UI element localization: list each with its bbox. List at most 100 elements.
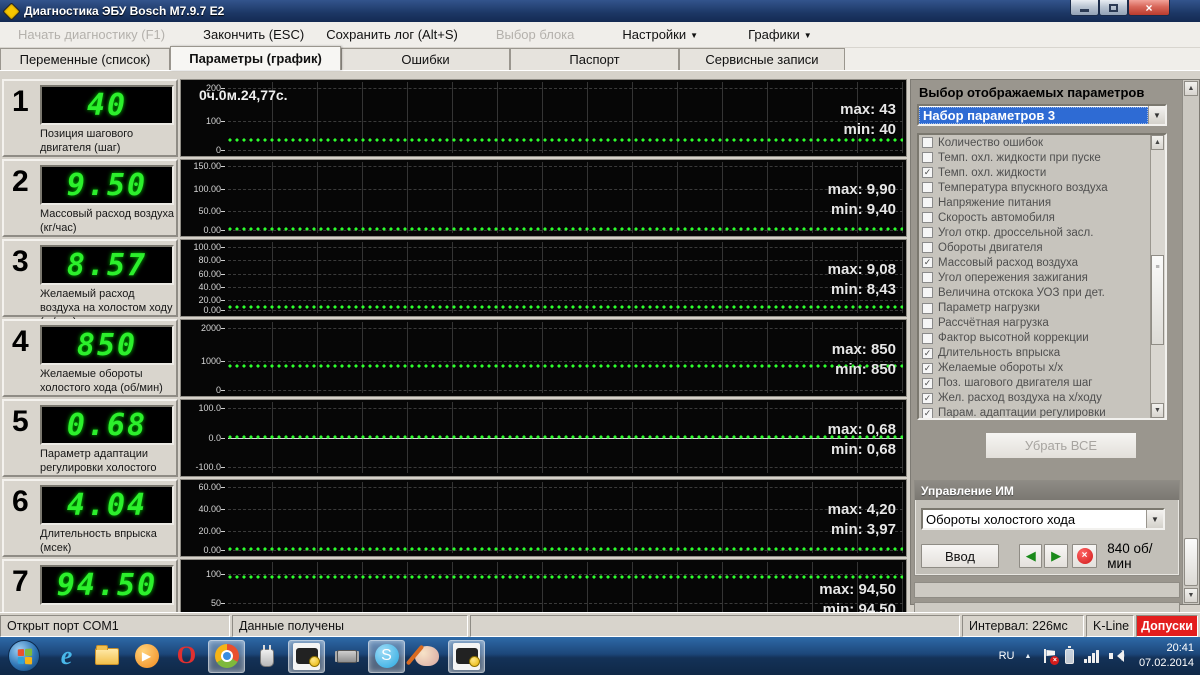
checklist-item[interactable]: Фактор высотной коррекции (919, 331, 1165, 346)
checkbox-unchecked-icon[interactable] (922, 287, 933, 299)
minimize-button[interactable] (1070, 0, 1099, 16)
menu-item[interactable]: Сохранить лог (Alt+S) (326, 27, 458, 42)
axis-tick-label: 40.00 (198, 504, 221, 515)
checklist-item[interactable]: Скорость автомобиля (919, 210, 1165, 225)
checkbox-unchecked-icon[interactable] (922, 182, 933, 194)
tab-переменные-список-[interactable]: Переменные (список) (0, 48, 170, 70)
parameter-label: Позиция шагового двигателя (шаг) (40, 128, 134, 154)
app-icon (2, 1, 21, 21)
checkbox-unchecked-icon[interactable] (922, 242, 933, 254)
status-alert-badge[interactable]: Допуски (1136, 615, 1198, 637)
checklist-item[interactable]: Обороты двигателя (919, 240, 1165, 255)
restore-button[interactable] (1099, 0, 1128, 16)
scroll-up-icon[interactable]: ▲ (1184, 81, 1198, 96)
checkbox-unchecked-icon[interactable] (922, 272, 933, 284)
taskbar-item-internet-explorer[interactable]: e (48, 640, 85, 673)
clear-all-button[interactable]: Убрать ВСЕ (985, 432, 1137, 459)
checkbox-unchecked-icon[interactable] (922, 137, 933, 149)
checklist-item[interactable]: ✓ Жел. расход воздуха на х/ходу (919, 391, 1165, 406)
taskbar-item-chip[interactable] (328, 640, 365, 673)
axis-tick-mark (221, 310, 225, 312)
gridline (228, 328, 903, 330)
decrease-button[interactable]: ◀ (1019, 544, 1043, 568)
scroll-up-icon[interactable]: ▲ (1151, 135, 1164, 150)
checkbox-checked-icon[interactable]: ✓ (922, 347, 933, 359)
scrollbar-thumb[interactable] (1184, 538, 1198, 586)
taskbar-item-opera[interactable]: O (168, 640, 205, 673)
volume-icon[interactable]: ) (1108, 649, 1125, 663)
scrollbar-thumb[interactable]: ≡ (1151, 255, 1164, 345)
diagnostic-app-icon (453, 642, 480, 670)
preset-combobox[interactable]: Набор параметров 3 ▼ (917, 104, 1167, 126)
checklist-item[interactable]: Количество ошибок (919, 135, 1165, 150)
checkbox-checked-icon[interactable]: ✓ (922, 257, 933, 269)
menu-item[interactable]: Закончить (ESC) (203, 27, 304, 42)
chevron-down-icon[interactable]: ▼ (1146, 510, 1163, 528)
taskbar-item-paint[interactable] (408, 640, 445, 673)
taskbar-item-kline-plug[interactable] (248, 640, 285, 673)
chevron-down-icon[interactable]: ▼ (1148, 106, 1165, 124)
checklist-item[interactable]: ✓ Длительность впрыска (919, 346, 1165, 361)
min-value: min: 40 (843, 121, 896, 139)
checklist-item[interactable]: ✓ Желаемые обороты х/х (919, 361, 1165, 376)
checklist-item[interactable]: Темп. охл. жидкости при пуске (919, 150, 1165, 165)
checkbox-unchecked-icon[interactable] (922, 332, 933, 344)
checkbox-unchecked-icon[interactable] (922, 212, 933, 224)
language-indicator[interactable]: RU (999, 650, 1015, 662)
close-button[interactable]: × (1128, 0, 1170, 16)
action-center-flag-icon[interactable]: × (1043, 649, 1060, 665)
menu-item[interactable]: Настройки ▼ (622, 27, 698, 42)
checklist-item[interactable]: Параметр нагрузки (919, 301, 1165, 316)
checkbox-checked-icon[interactable]: ✓ (922, 392, 933, 404)
start-button[interactable] (8, 640, 40, 672)
checkbox-unchecked-icon[interactable] (922, 302, 933, 314)
taskbar-item-diagnostic-app-2[interactable] (448, 639, 485, 673)
taskbar-item-windows-explorer[interactable] (88, 640, 125, 673)
checklist-item[interactable]: ✓ Поз. шагового двигателя шаг (919, 376, 1165, 391)
checklist-item[interactable]: Величина отскока УОЗ при дет. (919, 285, 1165, 300)
max-min-readout: max: 0,68 min: 0,68 (828, 420, 896, 461)
checklist-item[interactable]: ✓ Темп. охл. жидкости (919, 165, 1165, 180)
battery-icon[interactable] (1065, 645, 1075, 664)
hidden-icons-arrow-icon[interactable]: ▲ (1025, 653, 1032, 660)
checkbox-checked-icon[interactable]: ✓ (922, 407, 933, 418)
checklist-item[interactable]: Угол опережения зажигания (919, 270, 1165, 285)
tab-паспорт[interactable]: Паспорт (510, 48, 679, 70)
taskbar-item-skype[interactable]: S (368, 639, 405, 673)
stop-button[interactable]: × (1071, 544, 1098, 568)
checkbox-unchecked-icon[interactable] (922, 317, 933, 329)
graph-plot (228, 322, 903, 393)
desktop: Диагностика ЭБУ Bosch M7.9.7 E2 × Начать… (0, 0, 1200, 675)
menu-item[interactable]: Графики ▼ (748, 27, 812, 42)
checkbox-checked-icon[interactable]: ✓ (922, 167, 933, 179)
checklist-scrollbar[interactable]: ▲ ≡ ▼ (1150, 135, 1165, 418)
checklist-item[interactable]: ✓ Парам. адаптации регулировки (919, 406, 1165, 418)
enter-button[interactable]: Ввод (921, 544, 999, 568)
checkbox-unchecked-icon[interactable] (922, 152, 933, 164)
checklist-item[interactable]: Угол откр. дроссельной засл. (919, 225, 1165, 240)
taskbar-item-diagnostic-app[interactable] (288, 639, 325, 673)
tab-сервисные-записи[interactable]: Сервисные записи (679, 48, 845, 70)
increase-button[interactable]: ▶ (1044, 544, 1068, 568)
clock[interactable]: 20:41 07.02.2014 (1139, 641, 1194, 672)
checkbox-unchecked-icon[interactable] (922, 197, 933, 209)
checkbox-checked-icon[interactable]: ✓ (922, 377, 933, 389)
panel-scrollbar[interactable]: ▲ ▼ (1182, 80, 1199, 604)
taskbar-item-chrome[interactable] (208, 639, 245, 673)
tab-ошибки[interactable]: Ошибки (341, 48, 510, 70)
led-display: 0.68 (40, 405, 174, 445)
checklist-item[interactable]: Температура впускного воздуха (919, 180, 1165, 195)
tab-параметры-график-[interactable]: Параметры (график) (170, 46, 341, 70)
checklist-item[interactable]: Напряжение питания (919, 195, 1165, 210)
actuator-combobox[interactable]: Обороты холостого хода ▼ (921, 508, 1165, 530)
min-value: min: 850 (835, 361, 896, 379)
checklist-item[interactable]: ✓ Массовый расход воздуха (919, 255, 1165, 270)
scroll-down-icon[interactable]: ▼ (1184, 588, 1198, 603)
checkbox-checked-icon[interactable]: ✓ (922, 362, 933, 374)
network-signal-icon[interactable] (1084, 649, 1099, 663)
checklist-item[interactable]: Рассчётная нагрузка (919, 316, 1165, 331)
taskbar-item-media-player[interactable]: ▶ (128, 640, 165, 673)
taskbar-icons: e ▶ O S (48, 639, 488, 673)
scroll-down-icon[interactable]: ▼ (1151, 403, 1164, 418)
checkbox-unchecked-icon[interactable] (922, 227, 933, 239)
